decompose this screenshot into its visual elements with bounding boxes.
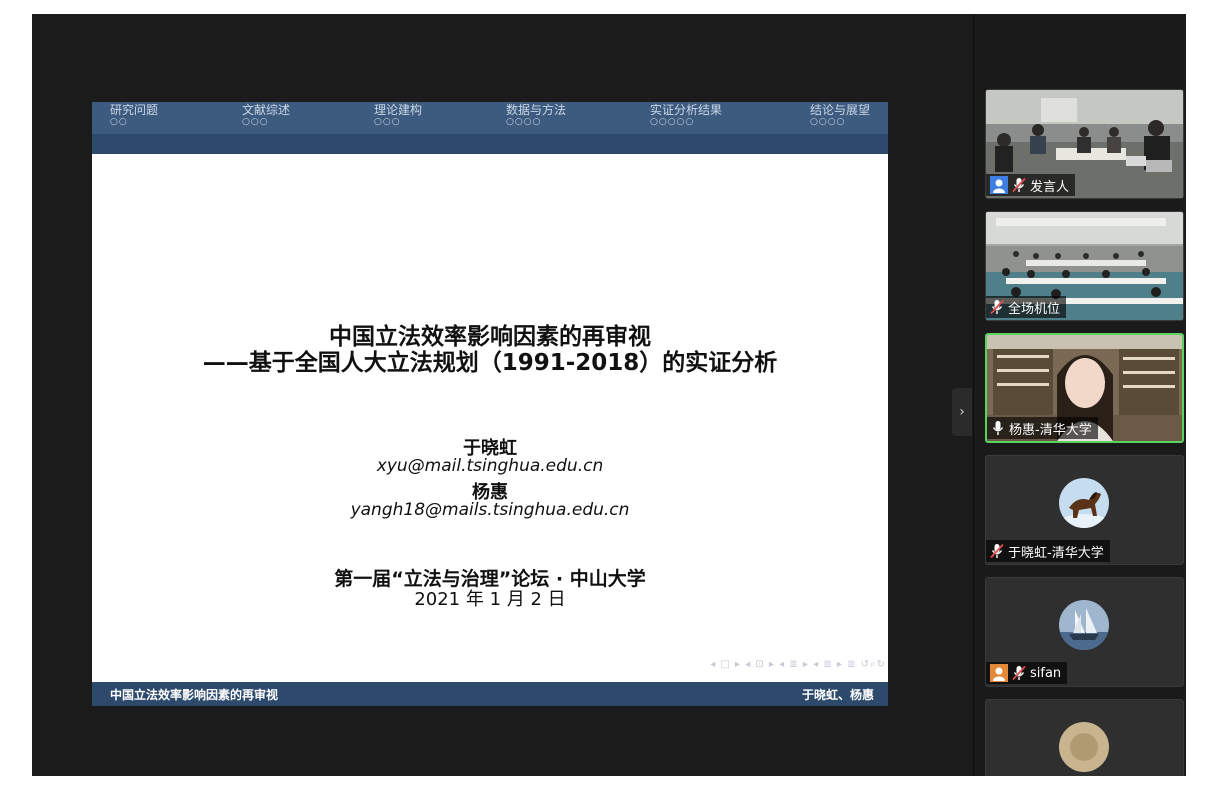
slide-nav-section: 研究问题 ○○ bbox=[110, 103, 158, 127]
ship-avatar bbox=[1059, 600, 1109, 650]
mic-muted-icon bbox=[1012, 665, 1026, 681]
participant-label: 发言人 bbox=[986, 174, 1076, 196]
mic-muted-icon bbox=[1012, 177, 1026, 193]
nav-section-dots: ○○○○○ bbox=[650, 117, 695, 127]
nav-section-dots: ○○○ bbox=[242, 117, 269, 127]
participant-tile-active-speaker[interactable]: 杨惠-清华大学 bbox=[985, 333, 1184, 443]
footer-title: 中国立法效率影响因素的再审视 bbox=[110, 688, 279, 702]
participant-tile[interactable]: 发言人 bbox=[985, 89, 1184, 199]
slide-footer: 中国立法效率影响因素的再审视 于晓虹、杨惠 bbox=[92, 682, 888, 706]
nav-section-dots: ○○○○ bbox=[810, 117, 846, 127]
nav-section-label: 理论建构 bbox=[374, 103, 423, 117]
participant-name: 发言人 bbox=[1030, 179, 1070, 195]
slide-nav-section: 实证分析结果 ○○○○○ bbox=[650, 103, 722, 127]
meeting-window: 研究问题 ○○ 文献综述 ○○○ 理论建构 ○○○ 数据与方法 ○○○○ 实证分… bbox=[32, 14, 1186, 776]
mic-muted-icon bbox=[990, 299, 1004, 315]
slide-nav-section: 理论建构 ○○○ bbox=[374, 103, 422, 127]
mic-muted-icon bbox=[990, 543, 1004, 559]
participant-name: 全场机位 bbox=[1008, 301, 1061, 317]
slide-nav-section: 结论与展望 ○○○○ bbox=[810, 103, 870, 127]
participant-label: 全场机位 bbox=[986, 296, 1067, 318]
participant-label: 杨惠-清华大学 bbox=[987, 417, 1098, 439]
participant-tile[interactable]: sifan bbox=[985, 577, 1184, 687]
nav-section-dots: ○○ bbox=[110, 117, 128, 127]
nav-section-label: 文献综述 bbox=[242, 103, 291, 117]
slide-nav-band bbox=[92, 102, 888, 134]
user-avatar bbox=[1059, 722, 1109, 772]
participant-label: 于晓虹-清华大学 bbox=[986, 540, 1110, 562]
slide-nav-subband bbox=[92, 134, 888, 154]
nav-section-label: 数据与方法 bbox=[506, 103, 567, 117]
footer-authors: 于晓虹、杨惠 bbox=[801, 688, 874, 702]
participant-tile[interactable]: 全场机位 bbox=[985, 211, 1184, 321]
horse-avatar bbox=[1059, 478, 1109, 528]
user-icon bbox=[990, 664, 1008, 682]
collapse-panel-toggle[interactable]: › bbox=[952, 388, 972, 436]
presentation-slide: 研究问题 ○○ 文献综述 ○○○ 理论建构 ○○○ 数据与方法 ○○○○ 实证分… bbox=[92, 102, 888, 706]
slide-nav-section: 数据与方法 ○○○○ bbox=[506, 103, 566, 127]
shared-screen-area: 研究问题 ○○ 文献综述 ○○○ 理论建构 ○○○ 数据与方法 ○○○○ 实证分… bbox=[32, 14, 973, 776]
participant-label: sifan bbox=[986, 662, 1068, 684]
participant-name: 于晓虹-清华大学 bbox=[1008, 545, 1104, 561]
user-icon bbox=[990, 176, 1008, 194]
mic-active-icon bbox=[992, 421, 1004, 435]
slide-email: yangh18@mails.tsinghua.edu.cn bbox=[350, 500, 630, 520]
participant-panel: 发言人 全场机位 杨惠-清华大学 于晓虹-清华大学 sifan bbox=[973, 14, 1186, 776]
chevron-right-icon: › bbox=[959, 404, 965, 420]
nav-section-label: 实证分析结果 bbox=[650, 103, 723, 117]
slide-title-line2: ——基于全国人大立法规划（1991-2018）的实证分析 bbox=[202, 350, 778, 376]
participant-tile[interactable] bbox=[985, 699, 1184, 776]
nav-section-label: 研究问题 bbox=[110, 103, 159, 117]
slide-title-line1: 中国立法效率影响因素的再审视 bbox=[329, 324, 651, 350]
slide-date: 2021 年 1 月 2 日 bbox=[414, 589, 566, 610]
beamer-nav-symbols: ◂ □ ▸ ◂ ⊡ ▸ ◂ ≣ ▸ ◂ ≣ ▸ ≣ ↺⌕↻ bbox=[710, 659, 886, 670]
slide-email: xyu@mail.tsinghua.edu.cn bbox=[376, 456, 604, 476]
participant-name: 杨惠-清华大学 bbox=[1009, 422, 1092, 438]
nav-section-dots: ○○○ bbox=[374, 117, 401, 127]
nav-section-label: 结论与展望 bbox=[810, 103, 871, 117]
nav-section-dots: ○○○○ bbox=[506, 117, 542, 127]
slide-nav-section: 文献综述 ○○○ bbox=[242, 103, 290, 127]
participant-tile[interactable]: 于晓虹-清华大学 bbox=[985, 455, 1184, 565]
participant-name: sifan bbox=[1030, 665, 1062, 681]
